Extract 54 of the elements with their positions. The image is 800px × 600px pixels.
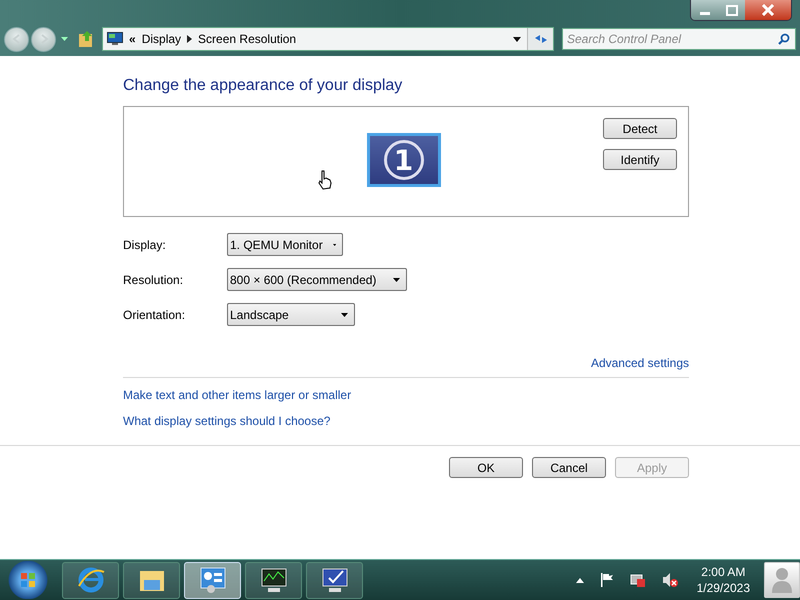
setting-label: Orientation: (123, 308, 186, 322)
setting-dropdown[interactable]: Landscape (227, 303, 355, 326)
display-icon (320, 566, 348, 594)
control-panel-icon (198, 566, 226, 594)
refresh-arrows-icon (534, 33, 548, 45)
breadcrumb-item[interactable]: Screen Resolution (198, 32, 296, 46)
network-error-icon[interactable] (630, 572, 646, 588)
taskbar-button[interactable] (245, 562, 302, 598)
show-hidden-icons-icon[interactable] (576, 578, 584, 582)
flag-icon[interactable] (600, 573, 614, 587)
dropdown-arrow-icon[interactable] (513, 36, 521, 42)
minimize-button[interactable] (691, 0, 718, 20)
hand-cursor-icon (318, 170, 332, 190)
breadcrumb-separator-icon[interactable] (187, 35, 192, 43)
folder-up-icon[interactable] (78, 30, 94, 48)
close-button[interactable] (745, 0, 791, 20)
monitor-number: 1 (394, 144, 414, 176)
setting-dropdown[interactable]: 800 × 600 (Recommended) (227, 268, 407, 291)
history-dropdown-icon[interactable] (61, 37, 68, 41)
clock-time[interactable]: 2:00 AM (701, 565, 746, 579)
setting-label: Display: (123, 238, 167, 252)
setting-label: Resolution: (123, 272, 184, 286)
preview-button[interactable]: Detect (603, 118, 677, 139)
advanced-settings-link[interactable]: Advanced settings (590, 356, 689, 370)
setting-dropdown[interactable]: 1. QEMU Monitor (227, 233, 343, 256)
clock-date[interactable]: 1/29/2023 (696, 581, 750, 595)
taskbar-button[interactable] (306, 562, 363, 598)
search-icon[interactable] (778, 33, 790, 45)
forward-button[interactable] (31, 26, 56, 52)
dropdown-arrow-icon (341, 312, 348, 316)
monitor-chart-icon (260, 566, 288, 594)
monitor-tile[interactable]: 1 (366, 133, 440, 187)
dropdown-arrow-icon (393, 278, 400, 282)
user-icon (771, 566, 793, 594)
back-button[interactable] (4, 26, 29, 52)
preview-button[interactable]: Identify (603, 149, 677, 170)
dialog-button[interactable]: Cancel (532, 457, 606, 478)
breadcrumb-overflow[interactable]: « (129, 32, 136, 46)
help-link[interactable]: What display settings should I choose? (123, 414, 330, 428)
page-heading: Change the appearance of your display (123, 77, 404, 95)
dropdown-arrow-icon (332, 242, 336, 246)
browser-icon (76, 566, 104, 594)
breadcrumb-item[interactable]: Display (142, 32, 182, 46)
speaker-muted-icon[interactable] (662, 572, 679, 588)
close-icon (761, 4, 775, 16)
display-icon (107, 32, 123, 46)
help-link[interactable]: Make text and other items larger or smaller (123, 388, 352, 402)
maximize-button[interactable] (718, 0, 745, 20)
taskbar-button[interactable] (62, 562, 119, 598)
dialog-button[interactable]: OK (449, 457, 523, 478)
refresh-button[interactable] (527, 28, 553, 50)
taskbar-button[interactable] (123, 562, 180, 598)
address-bar[interactable]: « Display Screen Resolution (102, 27, 554, 51)
search-field[interactable]: Search Control Panel (562, 28, 796, 50)
